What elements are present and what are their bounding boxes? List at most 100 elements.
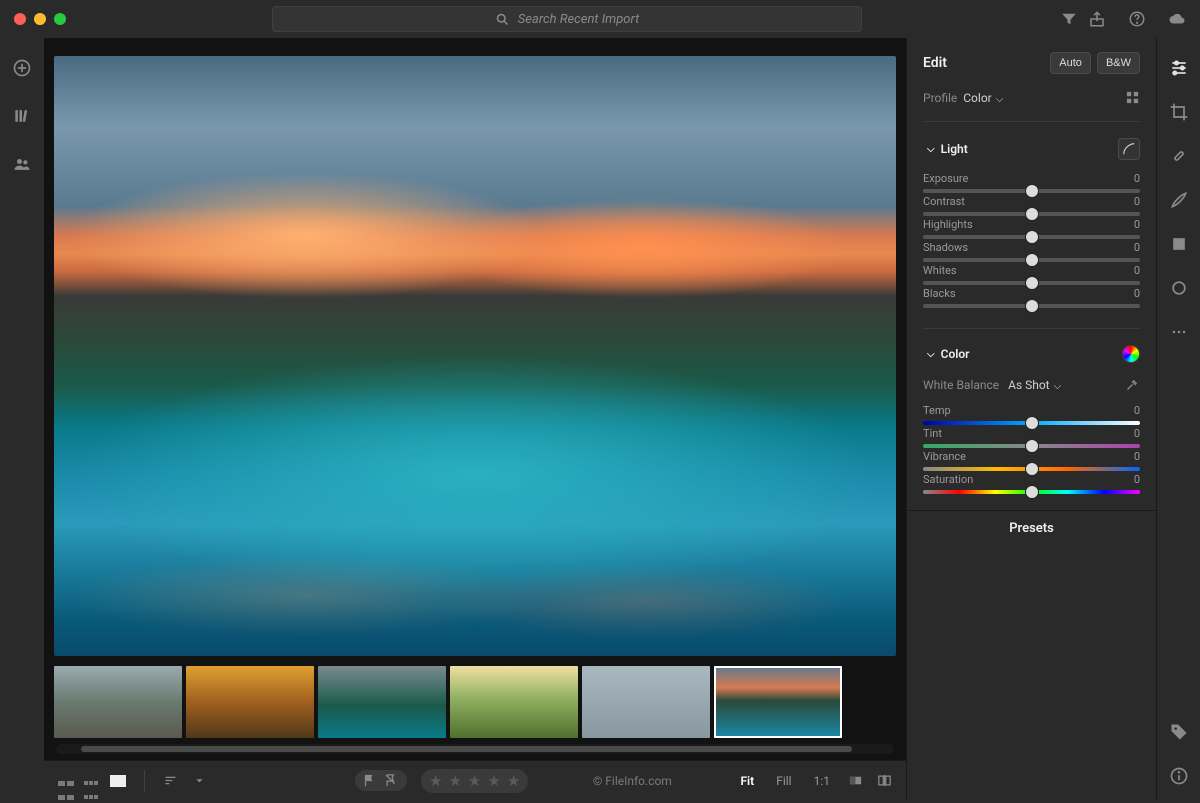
wb-value[interactable]: As Shot⌵ [1008,378,1061,392]
bw-button[interactable]: B&W [1097,52,1140,74]
divider [144,770,145,792]
compare-icon[interactable] [877,773,892,788]
help-icon[interactable] [1128,10,1146,28]
slider-label: Temp [923,404,951,417]
show-original-icon[interactable] [848,773,863,788]
slider-track[interactable] [923,467,1140,471]
slider-value: 0 [1134,473,1140,486]
slider-knob[interactable] [1025,207,1039,221]
image-viewer[interactable] [44,38,906,660]
bottom-toolbar: ★ ★ ★ ★ ★ © FileInfo.com Fit Fill 1:1 [44,760,906,800]
minimize-window-button[interactable] [34,13,46,25]
light-slider-shadows[interactable]: Shadows0 [923,241,1140,262]
info-icon[interactable] [1169,766,1189,786]
slider-track[interactable] [923,490,1140,494]
close-window-button[interactable] [14,13,26,25]
library-icon[interactable] [12,106,32,126]
slider-track[interactable] [923,258,1140,262]
sort-icon[interactable] [163,773,178,788]
slider-knob[interactable] [1025,230,1039,244]
single-view-icon[interactable] [110,775,126,787]
share-icon[interactable] [1088,10,1106,28]
auto-button[interactable]: Auto [1050,52,1091,74]
cloud-sync-icon[interactable] [1168,10,1186,28]
linear-gradient-icon[interactable] [1169,234,1189,254]
slider-label: Vibrance [923,450,966,463]
slider-knob[interactable] [1025,253,1039,267]
star-icon[interactable]: ★ [448,772,461,790]
light-slider-whites[interactable]: Whites0 [923,264,1140,285]
slider-track[interactable] [923,189,1140,193]
search-input[interactable]: Search Recent Import [272,6,862,32]
filmstrip-scrollbar[interactable] [56,744,894,754]
slider-knob[interactable] [1025,462,1039,476]
zoom-1to1[interactable]: 1:1 [810,772,834,790]
healing-brush-icon[interactable] [1169,146,1189,166]
color-slider-tint[interactable]: Tint0 [923,427,1140,448]
slider-knob[interactable] [1025,184,1039,198]
color-slider-saturation[interactable]: Saturation0 [923,473,1140,494]
slider-value: 0 [1134,264,1140,277]
slider-knob[interactable] [1025,416,1039,430]
color-mixer-button[interactable] [1122,345,1140,363]
eyedropper-icon[interactable] [1125,377,1140,392]
zoom-fit[interactable]: Fit [736,772,758,790]
keywords-tag-icon[interactable] [1169,722,1189,742]
slider-knob[interactable] [1025,485,1039,499]
thumbnail[interactable] [318,666,446,738]
filter-icon[interactable] [1060,10,1078,28]
sort-dropdown-icon[interactable] [192,773,207,788]
slider-value: 0 [1134,287,1140,300]
star-icon[interactable]: ★ [429,772,442,790]
slider-knob[interactable] [1025,439,1039,453]
filmstrip-thumbs [54,666,896,738]
sharing-people-icon[interactable] [12,154,32,174]
brush-icon[interactable] [1169,190,1189,210]
color-slider-vibrance[interactable]: Vibrance0 [923,450,1140,471]
slider-track[interactable] [923,444,1140,448]
light-section-toggle[interactable]: ⌵ Light [923,142,968,156]
star-rating[interactable]: ★ ★ ★ ★ ★ [421,769,528,793]
color-slider-temp[interactable]: Temp0 [923,404,1140,425]
thumbnail[interactable] [54,666,182,738]
more-icon[interactable] [1169,322,1189,342]
slider-track[interactable] [923,212,1140,216]
maximize-window-button[interactable] [54,13,66,25]
add-photos-icon[interactable] [12,58,32,78]
star-icon[interactable]: ★ [468,772,481,790]
profile-value[interactable]: Color⌵ [963,91,1003,105]
flag-reject-icon[interactable] [384,773,399,788]
crop-icon[interactable] [1169,102,1189,122]
presets-header[interactable]: Presets [907,510,1156,546]
search-icon [495,12,510,27]
thumbnail[interactable] [450,666,578,738]
topbar: Search Recent Import [0,0,1200,38]
thumbnail[interactable] [582,666,710,738]
slider-track[interactable] [923,421,1140,425]
light-slider-contrast[interactable]: Contrast0 [923,195,1140,216]
light-slider-highlights[interactable]: Highlights0 [923,218,1140,239]
radial-gradient-icon[interactable] [1169,278,1189,298]
color-section-toggle[interactable]: ⌵ Color [923,347,969,361]
profile-grid-icon[interactable] [1125,90,1140,105]
left-sidebar [0,38,44,800]
light-slider-blacks[interactable]: Blacks0 [923,287,1140,308]
slider-knob[interactable] [1025,276,1039,290]
flag-pick-icon[interactable] [363,773,378,788]
slider-track[interactable] [923,281,1140,285]
slider-track[interactable] [923,304,1140,308]
slider-label: Contrast [923,195,965,208]
star-icon[interactable]: ★ [507,772,520,790]
grid-small-icon[interactable] [84,775,100,787]
slider-knob[interactable] [1025,299,1039,313]
thumbnail-selected[interactable] [714,666,842,738]
thumbnail[interactable] [186,666,314,738]
edit-sliders-icon[interactable] [1169,58,1189,78]
slider-value: 0 [1134,241,1140,254]
grid-large-icon[interactable] [58,775,74,787]
star-icon[interactable]: ★ [487,772,500,790]
zoom-fill[interactable]: Fill [772,772,795,790]
slider-track[interactable] [923,235,1140,239]
tone-curve-button[interactable] [1118,138,1140,160]
light-slider-exposure[interactable]: Exposure0 [923,172,1140,193]
